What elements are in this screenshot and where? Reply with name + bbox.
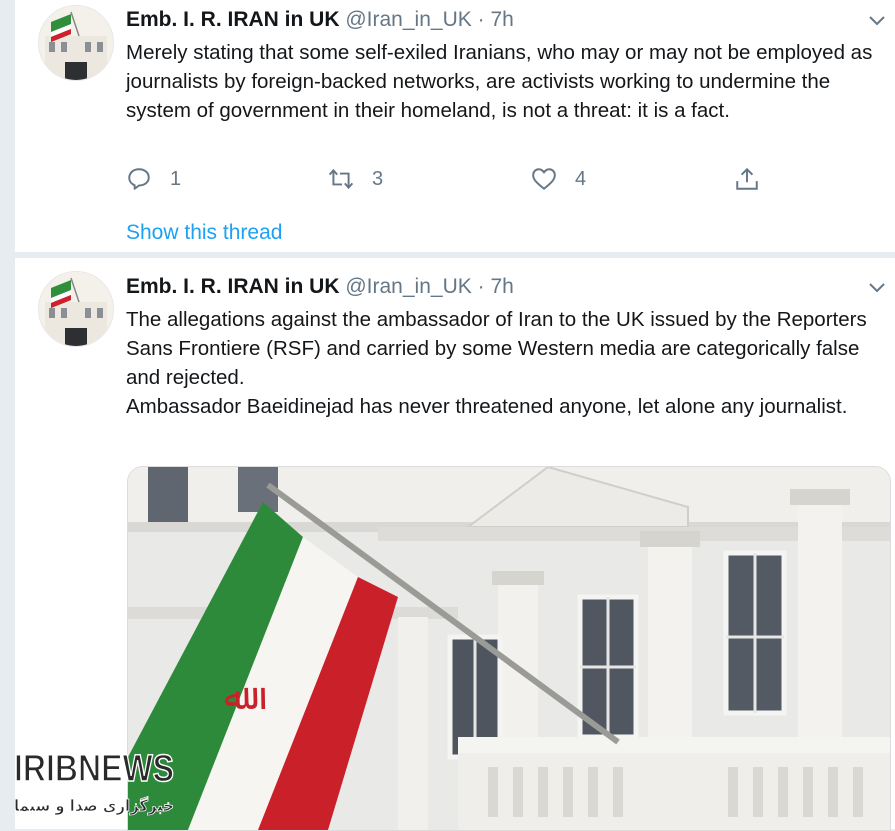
tweet-paragraph: Ambassador Baeidinejad has never threate… — [126, 395, 848, 418]
timestamp[interactable]: 7h — [490, 8, 513, 31]
reply-button[interactable]: 1 — [126, 166, 181, 192]
share-button[interactable] — [734, 166, 760, 192]
display-name[interactable]: Emb. I. R. IRAN in UK — [126, 275, 340, 298]
separator: · — [477, 275, 485, 298]
watermark-brand: IRIBNEWS — [14, 748, 174, 790]
display-name[interactable]: Emb. I. R. IRAN in UK — [126, 8, 340, 31]
heart-icon — [532, 168, 556, 190]
tweet[interactable]: Emb. I. R. IRAN in UK @Iran_in_UK · 7h M… — [14, 0, 895, 253]
tweet-header: Emb. I. R. IRAN in UK @Iran_in_UK · 7h — [126, 275, 514, 299]
tweet-actions: 1 3 4 — [126, 166, 786, 202]
separator: · — [477, 8, 485, 31]
like-button[interactable]: 4 — [531, 166, 586, 192]
reply-count: 1 — [170, 167, 182, 190]
watermark-subtitle: خبرگزاری صدا و سیما — [14, 796, 174, 815]
chevron-down-icon[interactable] — [867, 281, 887, 295]
show-thread-link[interactable]: Show this thread — [126, 221, 282, 245]
retweet-count: 3 — [372, 167, 384, 190]
chevron-down-icon[interactable] — [867, 14, 887, 28]
share-icon — [736, 167, 758, 190]
tweet-paragraph: The allegations against the ambassador o… — [126, 308, 867, 389]
avatar[interactable] — [38, 5, 114, 81]
avatar[interactable] — [38, 271, 114, 347]
tweet-text: Merely stating that some self-exiled Ira… — [126, 38, 886, 125]
timestamp[interactable]: 7h — [490, 275, 513, 298]
retweet-icon — [328, 168, 354, 190]
user-handle[interactable]: @Iran_in_UK — [345, 275, 471, 298]
tweet-paragraph: Merely stating that some self-exiled Ira… — [126, 41, 873, 122]
retweet-button[interactable]: 3 — [328, 166, 383, 192]
like-count: 4 — [575, 167, 587, 190]
tweet-header: Emb. I. R. IRAN in UK @Iran_in_UK · 7h — [126, 8, 514, 32]
reply-icon — [128, 168, 150, 190]
tweet-text: The allegations against the ambassador o… — [126, 305, 886, 421]
tweet-photo[interactable]: ﷲ — [127, 466, 891, 831]
iribnews-watermark: IRIBNEWS خبرگزاری صدا و سیما — [10, 745, 180, 825]
user-handle[interactable]: @Iran_in_UK — [345, 8, 471, 31]
tweet[interactable]: Emb. I. R. IRAN in UK @Iran_in_UK · 7h T… — [14, 258, 895, 831]
